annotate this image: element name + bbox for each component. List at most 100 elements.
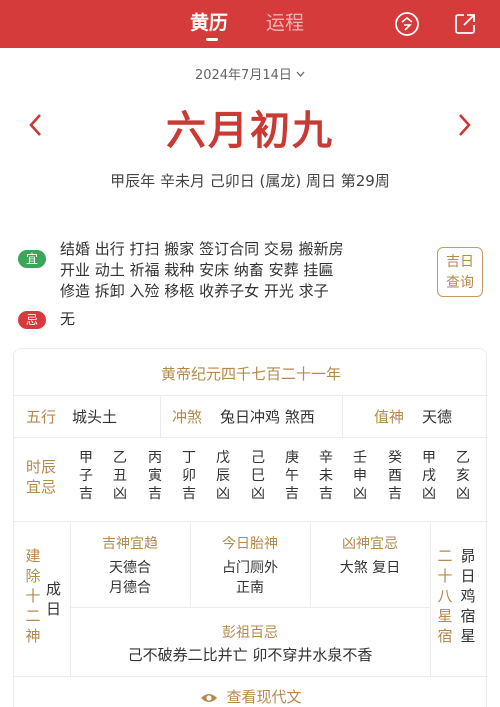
xiu-label: 二 十 八 星 宿	[435, 546, 455, 646]
shichen-column: 丙寅吉	[143, 449, 167, 503]
tab-huangli[interactable]: 黄历	[190, 10, 228, 36]
next-day-arrow-icon[interactable]	[454, 112, 474, 138]
shichen-char: 乙	[456, 450, 470, 466]
shichen-char: 凶	[353, 486, 367, 502]
xiongshen-title: 凶神宜忌	[342, 536, 398, 552]
almanac-detail-card: 黄帝纪元四千七百二十一年 五行 城头土 冲煞 兔日冲鸡 煞西 值神 天德 时辰 …	[13, 348, 488, 707]
shichen-char: 卯	[182, 468, 196, 484]
shichen-char: 己	[251, 450, 265, 466]
yi-line: 结婚 出行 打扫 搬家 签订合同 交易 搬新房	[60, 240, 344, 258]
zhishen-label: 值神	[374, 408, 405, 426]
shichen-char: 申	[353, 468, 367, 484]
lunar-date: 六月初九	[166, 107, 334, 154]
jianchu-char: 二	[25, 607, 41, 625]
solar-date: 2024年7月14日	[194, 68, 292, 83]
shichen-column: 己巳凶	[246, 449, 270, 503]
shichen-char: 亥	[456, 468, 470, 484]
xiongshen-line: 大煞 复日	[339, 560, 401, 576]
jiri-query-button[interactable]: 吉日 查询	[437, 247, 483, 297]
divider	[14, 521, 488, 522]
era-title: 黄帝纪元四千七百二十一年	[160, 365, 341, 383]
share-icon[interactable]	[452, 11, 478, 37]
shichen-column: 癸酉吉	[383, 449, 407, 503]
shichen-char: 凶	[113, 486, 127, 502]
taishen-title: 今日胎神	[222, 536, 278, 552]
shichen-char: 凶	[422, 486, 436, 502]
view-modern-button[interactable]: 查看现代文	[14, 686, 488, 707]
xiu-value-char: 鸡	[460, 587, 476, 605]
shichen-char: 吉	[182, 486, 196, 502]
zhishen-value: 天德	[422, 408, 453, 426]
shichen-column: 戊辰凶	[211, 449, 235, 503]
jianchu-char: 除	[25, 567, 41, 585]
jiri-query-label-2: 查询	[446, 275, 474, 291]
shichen-label: 时辰 宜忌	[26, 457, 60, 497]
shichen-char: 吉	[148, 486, 162, 502]
chongsha-label: 冲煞	[172, 408, 203, 426]
jianchu-label: 建 除 十 二 神	[23, 546, 43, 646]
shichen-char: 壬	[353, 450, 367, 466]
shichen-char: 酉	[388, 468, 402, 484]
jianchu-char: 建	[25, 547, 41, 565]
yi-badge: 宜	[18, 250, 46, 268]
shichen-char: 吉	[79, 486, 93, 502]
eye-icon	[201, 694, 218, 702]
shichen-char: 凶	[251, 486, 265, 502]
shichen-column: 丁卯吉	[177, 449, 201, 503]
taishen-line: 占门厕外	[222, 560, 278, 576]
divider	[160, 395, 161, 437]
shichen-label-line: 时辰	[26, 458, 57, 476]
shichen-column: 甲子吉	[74, 449, 98, 503]
xiu-label-char: 宿	[437, 627, 453, 645]
shichen-char: 辛	[319, 450, 333, 466]
xiu-value: 昴 日 鸡 宿 星	[458, 546, 478, 646]
divider	[430, 521, 431, 676]
jishen-line: 月德合	[109, 580, 151, 596]
ganzhi-info: 甲辰年 辛未月 己卯日 (属龙) 周日 第29周	[110, 172, 390, 190]
view-modern-label: 查看现代文	[226, 688, 302, 706]
shichen-column: 乙亥凶	[451, 449, 475, 503]
top-bar: 黄历 运程	[0, 0, 500, 48]
ji-badge: 忌	[18, 311, 46, 329]
shichen-column: 辛未吉	[314, 449, 338, 503]
shichen-char: 辰	[216, 468, 230, 484]
shichen-label-line: 宜忌	[26, 478, 57, 496]
chevron-down-icon	[296, 71, 305, 77]
wuxing-label: 五行	[26, 408, 57, 426]
shichen-char: 戌	[422, 468, 436, 484]
shichen-char: 吉	[285, 486, 299, 502]
calendar-today-icon[interactable]	[394, 11, 420, 37]
shichen-char: 吉	[319, 486, 333, 502]
shichen-column: 庚午吉	[280, 449, 304, 503]
xiu-label-char: 星	[437, 607, 453, 625]
shichen-column: 乙丑凶	[108, 449, 132, 503]
divider	[14, 437, 488, 438]
taishen-line: 正南	[236, 580, 264, 596]
shichen-char: 凶	[216, 486, 230, 502]
shichen-char: 吉	[388, 486, 402, 502]
shichen-char: 午	[285, 468, 299, 484]
shichen-char: 戊	[216, 450, 230, 466]
shichen-char: 癸	[388, 450, 402, 466]
jianchu-value: 成日	[46, 580, 62, 618]
yi-line: 开业 动土 祈福 栽种 安床 纳畜 安葬 挂匾	[60, 261, 334, 279]
pengzu-text: 己不破券二比并亡 卯不穿井水泉不香	[127, 646, 373, 664]
shichen-char: 丑	[113, 468, 127, 484]
shichen-char: 巳	[251, 468, 265, 484]
chongsha-value: 兔日冲鸡 煞西	[220, 408, 315, 426]
shichen-char: 未	[319, 468, 333, 484]
shichen-char: 庚	[285, 450, 299, 466]
jianchu-char: 十	[25, 587, 41, 605]
xiu-label-char: 十	[437, 567, 453, 585]
jiri-query-label-1: 吉日	[446, 254, 474, 270]
pengzu-title: 彭祖百忌	[222, 625, 278, 641]
shichen-column: 甲戌凶	[417, 449, 441, 503]
xiu-value-char: 昴	[460, 547, 476, 565]
tab-yuncheng[interactable]: 运程	[266, 10, 304, 36]
xiu-value-char: 宿	[460, 607, 476, 625]
shichen-char: 凶	[456, 486, 470, 502]
solar-date-selector[interactable]: 2024年7月14日	[0, 64, 500, 83]
shichen-column: 壬申凶	[348, 449, 372, 503]
shichen-char: 子	[79, 468, 93, 484]
divider	[70, 607, 430, 608]
